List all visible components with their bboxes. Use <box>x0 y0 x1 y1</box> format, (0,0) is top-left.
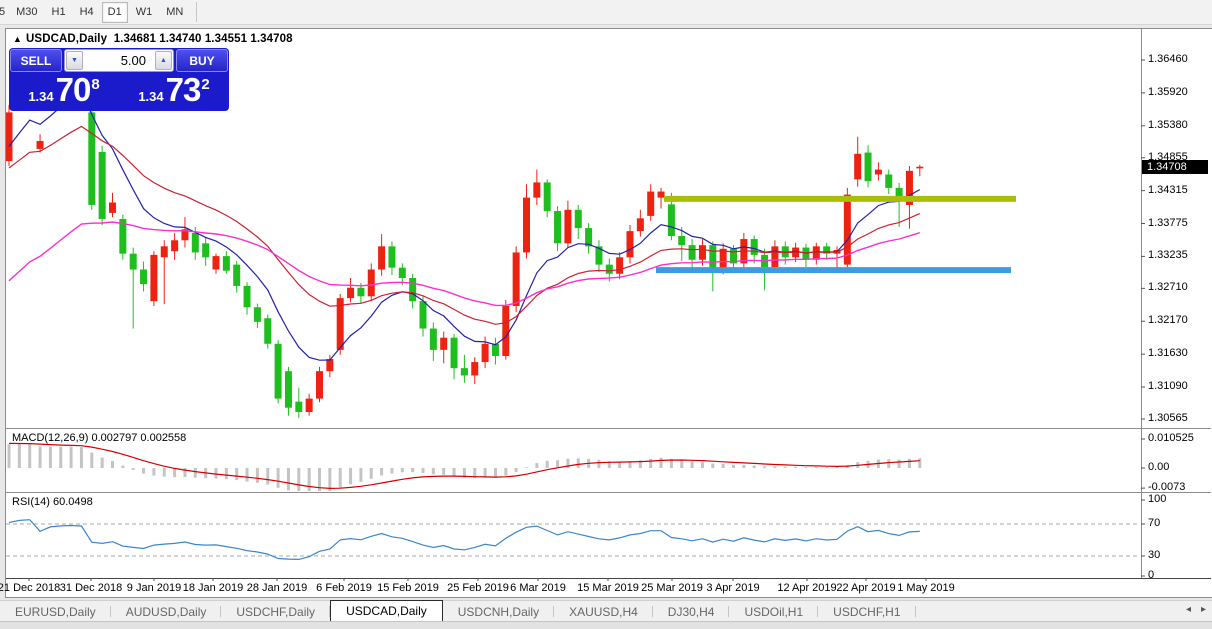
buy-price-main: 73 <box>165 71 202 108</box>
chevron-down-icon: ▼ <box>71 57 78 64</box>
rsi-indicator-label: RSI(14) 60.0498 <box>12 496 93 508</box>
timeframe-button-5[interactable]: 5 <box>0 2 8 23</box>
date-axis-label: 6 Mar 2019 <box>510 582 566 594</box>
macd-panel <box>7 442 922 491</box>
one-click-trading-panel: SELL ▼ 5.00 ▲ BUY 1.34 70 8 1.34 73 2 <box>9 48 229 111</box>
rsi-panel <box>6 519 1140 561</box>
sell-price-main: 70 <box>55 71 92 108</box>
tab-usdchf-daily[interactable]: USDCHF,Daily <box>221 602 331 621</box>
rsi-axis-label: 30 <box>1148 549 1161 561</box>
timeframe-button-h4[interactable]: H4 <box>74 2 100 23</box>
tab-dj30-h4[interactable]: DJ30,H4 <box>653 602 730 621</box>
chart-title: ▲ USDCAD,Daily 1.34681 1.34740 1.34551 1.… <box>13 33 293 45</box>
volume-stepper: ▼ 5.00 ▲ <box>64 49 174 72</box>
chart-tab-bar: EURUSD,Daily AUDUSD,Daily USDCHF,Daily USDC… <box>0 600 1212 621</box>
tab-usdoil-h1[interactable]: USDOil,H1 <box>729 602 819 621</box>
tab-eurusd-daily[interactable]: EURUSD,Daily <box>0 602 111 621</box>
date-axis-label: 28 Jan 2019 <box>246 582 308 594</box>
timeframe-button-h1[interactable]: H1 <box>46 2 72 23</box>
tab-usdcad-daily[interactable]: USDCAD,Daily <box>330 600 443 621</box>
symbol-triangle-icon: ▲ <box>13 34 23 44</box>
sell-price-prefix: 1.34 <box>28 89 54 104</box>
chart-canvas[interactable] <box>6 29 1211 597</box>
current-price-marker: 1.34708 <box>1142 159 1208 174</box>
rsi-axis-label: 0 <box>1148 569 1155 581</box>
macd-axis-label: 0.00 <box>1148 461 1170 473</box>
date-axis-label: 3 Apr 2019 <box>706 582 760 594</box>
date-axis-label: 15 Feb 2019 <box>377 582 439 594</box>
macd-indicator-label: MACD(12,26,9) 0.002797 0.002558 <box>12 432 187 444</box>
sell-price-display[interactable]: 1.34 70 8 <box>10 73 118 110</box>
price-axis-label: 1.36460 <box>1148 53 1188 65</box>
volume-input[interactable]: 5.00 <box>84 50 154 71</box>
date-axis-label: 22 Apr 2019 <box>836 582 896 594</box>
date-axis-label: 25 Mar 2019 <box>641 582 703 594</box>
sell-button[interactable]: SELL <box>10 49 62 72</box>
timeframe-button-w1[interactable]: W1 <box>130 2 159 23</box>
tab-separator <box>914 606 916 617</box>
price-axis-label: 1.33235 <box>1148 249 1188 262</box>
tab-usdcnh-daily[interactable]: USDCNH,Daily <box>443 602 555 621</box>
timeframe-button-d1[interactable]: D1 <box>101 1 128 23</box>
rsi-axis-label: 70 <box>1148 517 1161 529</box>
date-axis-label: 15 Mar 2019 <box>577 582 639 594</box>
chart-symbol-label: USDCAD,Daily <box>26 33 108 45</box>
date-axis-label: 21 Dec 2018 <box>0 582 61 594</box>
date-axis-label: 31 Dec 2018 <box>59 582 123 594</box>
buy-price-prefix: 1.34 <box>138 89 164 104</box>
tab-audusd-daily[interactable]: AUDUSD,Daily <box>111 602 222 621</box>
timeframe-button-mn[interactable]: MN <box>160 2 189 23</box>
timeframe-button-m30[interactable]: M30 <box>10 2 43 23</box>
tab-usdchf-h1[interactable]: USDCHF,H1 <box>818 602 916 621</box>
price-axis-label: 1.32170 <box>1148 314 1188 327</box>
date-axis-label: 6 Feb 2019 <box>316 582 372 594</box>
price-axis-label: 1.31090 <box>1148 380 1188 393</box>
date-axis-label: 9 Jan 2019 <box>126 582 182 594</box>
macd-axis-label: 0.010525 <box>1148 432 1194 444</box>
tabs-scroll-left-icon[interactable]: ◂ <box>1186 604 1191 615</box>
macd-axis-label: -0.0073 <box>1148 481 1186 494</box>
price-axis-label: 1.34315 <box>1148 183 1188 196</box>
price-axis-label: 1.35920 <box>1148 85 1188 98</box>
chart-ohlc-values: 1.34681 1.34740 1.34551 1.34708 <box>113 33 293 45</box>
sell-price-pip: 8 <box>91 76 100 93</box>
date-axis-label: 25 Feb 2019 <box>447 582 509 594</box>
tab-scroll-arrows: ◂ ▸ <box>1186 604 1206 615</box>
price-axis-label: 1.35380 <box>1148 118 1188 131</box>
price-axis-label: 1.32710 <box>1148 281 1188 294</box>
main-price-panel <box>6 58 1016 419</box>
tabs-scroll-right-icon[interactable]: ▸ <box>1201 604 1206 615</box>
volume-decrease-button[interactable]: ▼ <box>66 51 83 70</box>
date-axis-label: 1 May 2019 <box>897 582 955 594</box>
status-bar <box>0 621 1212 629</box>
date-axis-label: 12 Apr 2019 <box>777 582 837 594</box>
chevron-up-icon: ▲ <box>160 57 167 64</box>
buy-price-pip: 2 <box>201 76 210 93</box>
price-axis-label: 1.33775 <box>1148 216 1188 229</box>
tab-xauusd-h4[interactable]: XAUUSD,H4 <box>554 602 653 621</box>
rsi-axis-label: 100 <box>1148 493 1167 505</box>
buy-price-display[interactable]: 1.34 73 2 <box>120 73 228 110</box>
chart-window: ▲ USDCAD,Daily 1.34681 1.34740 1.34551 1.… <box>0 28 1212 598</box>
toolbar-separator <box>196 2 198 22</box>
date-axis-label: 18 Jan 2019 <box>182 582 244 594</box>
price-axis-label: 1.31630 <box>1148 347 1188 360</box>
timeframe-toolbar: 5 M30 H1 H4 D1 W1 MN <box>0 0 1212 25</box>
price-axis-label: 1.30565 <box>1148 411 1188 424</box>
volume-increase-button[interactable]: ▲ <box>155 51 172 70</box>
buy-button[interactable]: BUY <box>176 49 228 72</box>
